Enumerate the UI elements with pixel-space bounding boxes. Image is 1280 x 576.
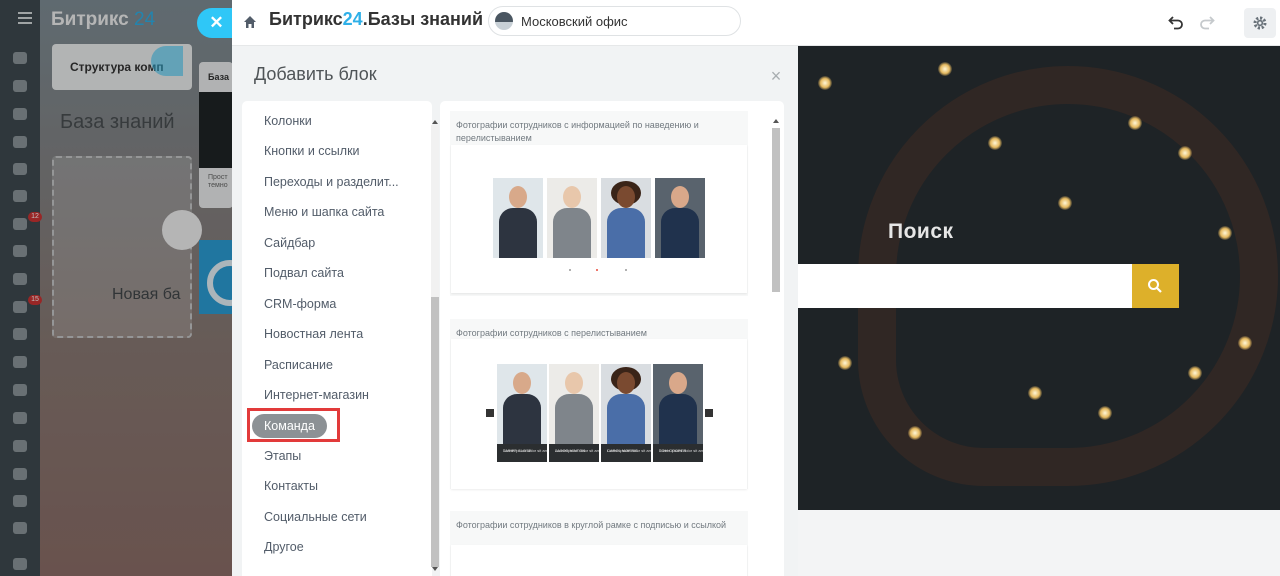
slider-dots [569, 269, 629, 273]
category-sidebar[interactable]: Сайдбар [252, 231, 327, 255]
prev-slide-icon [486, 409, 494, 417]
preview-search-button[interactable] [1132, 264, 1179, 308]
team-photo [493, 178, 543, 258]
site-avatar [495, 12, 513, 30]
team-photo [655, 178, 705, 258]
dialog-title: Добавить блок [254, 64, 377, 84]
preview-search-title: Поиск [888, 220, 954, 243]
block-preview-image: TARIFF CLOSE Lorem ipsum dolor sit amet J… [451, 339, 747, 489]
team-photo: JACOB MINTON Lorem ipsum dolor sit amet [549, 364, 599, 462]
category-menu[interactable]: Меню и шапка сайта [252, 200, 396, 224]
settings-button[interactable] [1244, 8, 1276, 38]
preview-search-input[interactable] [798, 264, 1132, 308]
site-selector[interactable]: Московский офис [488, 6, 741, 36]
block-preview-image [451, 145, 747, 293]
block-preview-image [451, 545, 747, 576]
search-icon [1148, 279, 1162, 293]
category-contacts[interactable]: Контакты [252, 474, 330, 498]
category-team[interactable]: Команда [252, 414, 327, 438]
category-columns[interactable]: Колонки [252, 109, 324, 133]
block-card[interactable]: Фотографии сотрудников с перелистыванием… [450, 319, 748, 489]
category-other[interactable]: Другое [252, 535, 316, 559]
category-schedule[interactable]: Расписание [252, 353, 345, 377]
close-icon[interactable]: × [766, 66, 786, 86]
team-photo: TOM COOPER Lorem ipsum dolor sit amet [653, 364, 703, 462]
redo-icon[interactable] [1198, 13, 1216, 31]
category-separators[interactable]: Переходы и разделит... [252, 170, 411, 194]
block-caption: Фотографии сотрудников в круглой рамке с… [456, 520, 727, 530]
category-list: Колонки Кнопки и ссылки Переходы и разде… [242, 101, 439, 576]
close-slider-button[interactable]: ✕ [197, 8, 232, 38]
category-crm-form[interactable]: CRM-форма [252, 292, 348, 316]
category-news[interactable]: Новостная лента [252, 322, 375, 346]
gear-icon [1253, 16, 1267, 30]
team-photo: CAROL MORRIS Lorem ipsum dolor sit amet [601, 364, 651, 462]
block-list: Фотографии сотрудников с информацией по … [440, 101, 784, 576]
category-buttons[interactable]: Кнопки и ссылки [252, 139, 372, 163]
add-block-dialog: Добавить блок × Колонки Кнопки и ссылки … [232, 46, 798, 576]
category-footer[interactable]: Подвал сайта [252, 261, 356, 285]
block-caption: Фотографии сотрудников с информацией по … [456, 120, 699, 143]
block-scrollbar[interactable] [770, 115, 782, 576]
team-photo: TARIFF CLOSE Lorem ipsum dolor sit amet [497, 364, 547, 462]
site-title: Битрикс24.Базы знаний [269, 9, 484, 29]
site-selector-label: Московский офис [521, 14, 628, 29]
undo-icon[interactable] [1167, 13, 1185, 31]
category-stages[interactable]: Этапы [252, 444, 313, 468]
team-photo [601, 178, 651, 258]
home-icon[interactable] [242, 14, 258, 30]
preview-footer-area [798, 510, 1280, 576]
block-card[interactable]: Фотографии сотрудников в круглой рамке с… [450, 511, 748, 576]
block-card[interactable]: Фотографии сотрудников с информацией по … [450, 111, 748, 296]
team-photo [547, 178, 597, 258]
category-social[interactable]: Социальные сети [252, 505, 379, 529]
site-editor-slider: Битрикс24.Базы знаний Московский офис По… [232, 0, 1280, 576]
next-slide-icon [705, 409, 713, 417]
category-shop[interactable]: Интернет-магазин [252, 383, 381, 407]
editor-topbar: Битрикс24.Базы знаний Московский офис [232, 0, 1280, 46]
